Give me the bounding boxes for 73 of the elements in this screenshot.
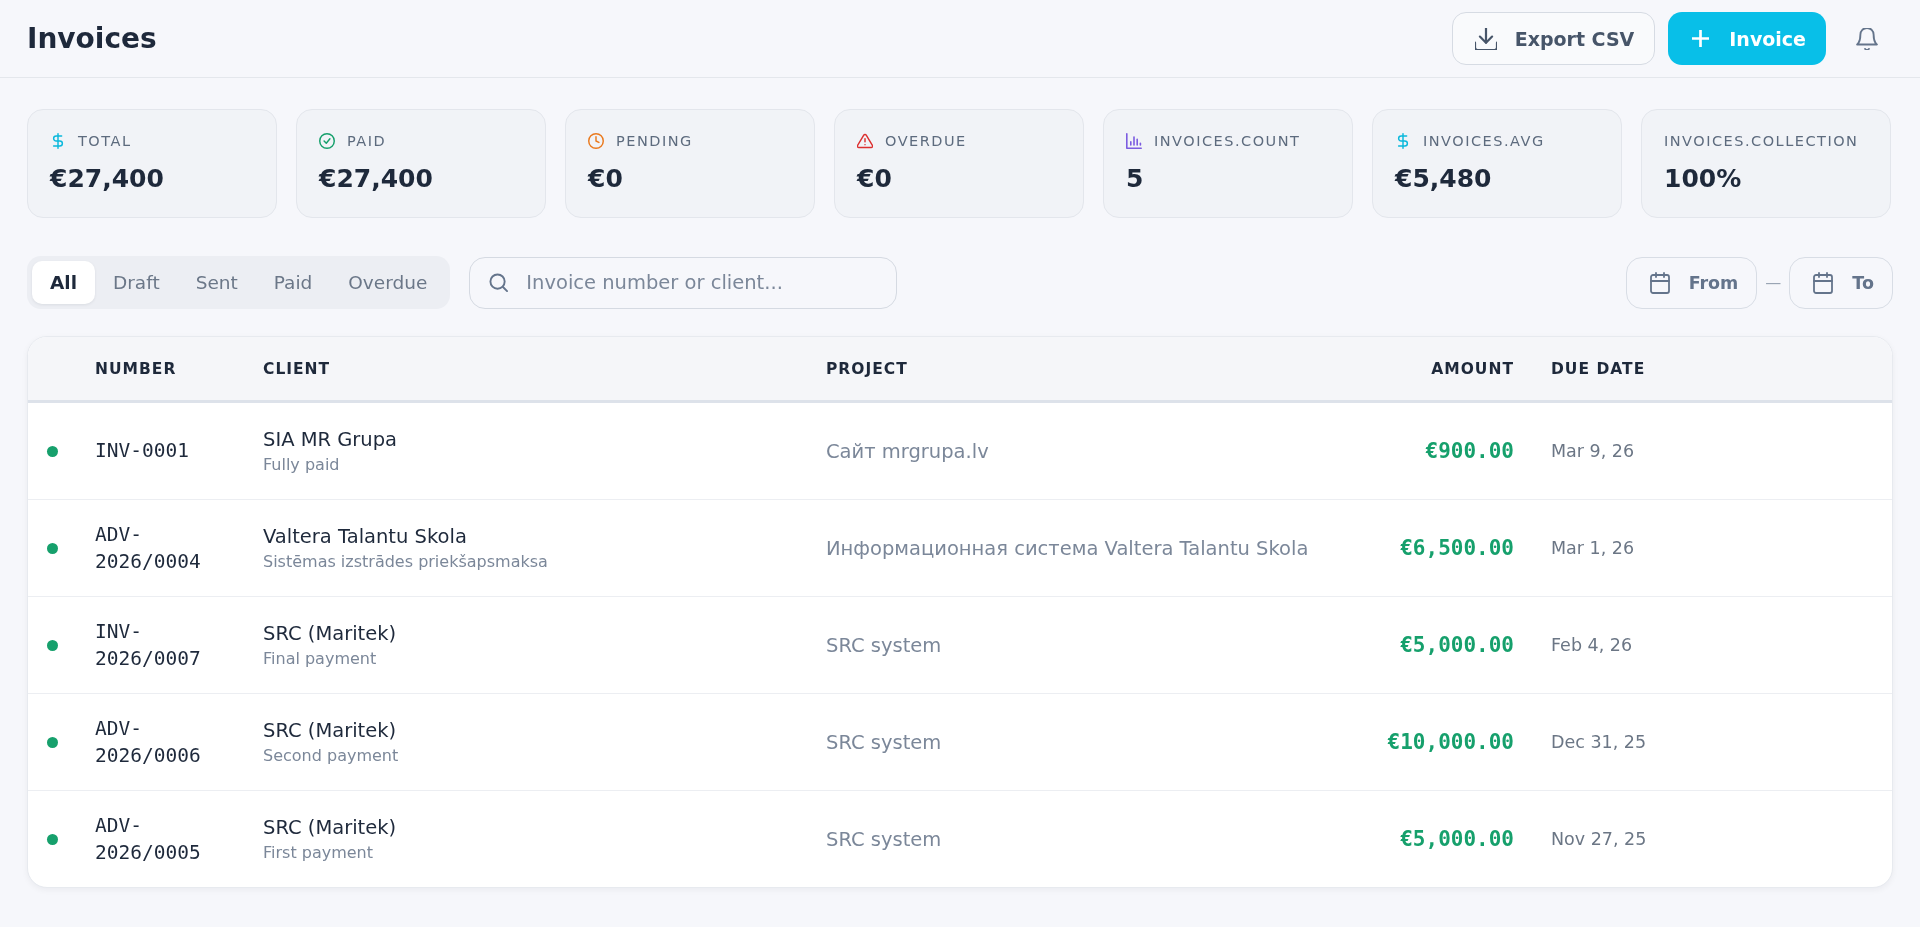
clock-icon: [588, 133, 604, 149]
column-header: CLIENT: [263, 359, 332, 378]
stat-value: €27,400: [50, 164, 165, 193]
invoice-amount: €900.00: [1424, 439, 1514, 463]
plus-icon: [1692, 30, 1710, 47]
column-header: AMOUNT: [1430, 359, 1514, 378]
invoice-number: INV-0001: [95, 438, 190, 465]
column-header: DUE DATE: [1550, 359, 1647, 378]
invoice-note: Second payment: [263, 746, 399, 765]
project-name: SRC system: [826, 827, 943, 851]
stat-label: INVOICES.COLLECTION: [1664, 133, 1859, 149]
invoice-note: Final payment: [263, 649, 377, 668]
stat-value: 100%: [1664, 164, 1743, 193]
stat-label: PAID: [347, 133, 387, 149]
invoice-note: First payment: [263, 843, 374, 862]
due-date: Nov 27, 25: [1550, 829, 1648, 849]
invoice-note: Sistēmas izstrādes priekšapsmaksa: [263, 552, 548, 571]
download-icon: [1474, 27, 1497, 50]
invoice-amount: €5,000.00: [1399, 633, 1514, 657]
export-csv-button[interactable]: Export CSV: [1451, 12, 1656, 65]
due-date: Mar 1, 26: [1550, 538, 1636, 558]
client-name: SRC (Maritek): [263, 622, 397, 645]
calendar-icon: [1812, 271, 1835, 294]
invoice-number: ADV-2026/0006: [95, 715, 202, 769]
project-name: SRC system: [826, 633, 943, 657]
invoice-amount: €10,000.00: [1386, 730, 1514, 754]
project-name: Информационная система Valtera Talantu Skola: [826, 536, 1310, 560]
stat-value: €0: [857, 164, 893, 193]
calendar-icon: [1648, 271, 1671, 294]
invoice-number: ADV-2026/0005: [95, 812, 202, 866]
project-name: SRC system: [826, 730, 943, 754]
new-invoice-button[interactable]: Invoice: [1668, 12, 1826, 65]
date-to-button[interactable]: To: [1789, 256, 1893, 309]
dollar-icon: [50, 133, 66, 149]
stat-label: INVOICES.COUNT: [1154, 133, 1301, 149]
stat-label: PENDING: [616, 133, 693, 149]
stat-value: €0: [588, 164, 624, 193]
status-tab[interactable]: Draft: [95, 261, 178, 304]
due-date: Dec 31, 25: [1550, 732, 1648, 752]
status-tab[interactable]: Overdue: [330, 261, 446, 304]
client-name: SRC (Maritek): [263, 816, 397, 839]
status-tab[interactable]: All: [32, 261, 95, 304]
stat-value: €5,480: [1395, 164, 1493, 193]
due-date: Mar 9, 26: [1550, 441, 1636, 461]
bell-icon: [1856, 27, 1878, 50]
bar-chart-icon: [1126, 133, 1142, 149]
stat-label: INVOICES.AVG: [1423, 133, 1545, 149]
invoice-amount: €6,500.00: [1399, 536, 1514, 560]
stat-label: OVERDUE: [885, 133, 967, 149]
client-name: Valtera Talantu Skola: [263, 525, 467, 548]
warning-icon: [857, 133, 873, 149]
invoice-note: Fully paid: [263, 455, 340, 474]
invoice-number: INV-2026/0007: [95, 618, 202, 672]
stat-label: TOTAL: [78, 133, 132, 149]
invoice-number: ADV-2026/0004: [95, 521, 202, 575]
search-icon: [489, 272, 509, 292]
client-name: SIA MR Grupa: [263, 428, 398, 451]
project-name: Сайт mrgrupa.lv: [826, 439, 990, 463]
column-header: NUMBER: [95, 359, 178, 378]
column-header: PROJECT: [826, 359, 909, 378]
date-separator: —: [1765, 273, 1782, 292]
status-tab[interactable]: Paid: [255, 261, 331, 304]
stat-value: €27,400: [319, 164, 434, 193]
due-date: Feb 4, 26: [1550, 635, 1634, 655]
search-field[interactable]: Invoice number or client...: [469, 256, 898, 309]
status-tab[interactable]: Sent: [177, 261, 256, 304]
page-title: Invoices: [27, 22, 158, 55]
dollar-icon: [1395, 133, 1411, 149]
stat-value: 5: [1126, 164, 1145, 193]
check-circle-icon: [319, 133, 335, 149]
date-from-button[interactable]: From: [1625, 256, 1758, 309]
invoice-amount: €5,000.00: [1399, 827, 1514, 851]
client-name: SRC (Maritek): [263, 719, 397, 742]
